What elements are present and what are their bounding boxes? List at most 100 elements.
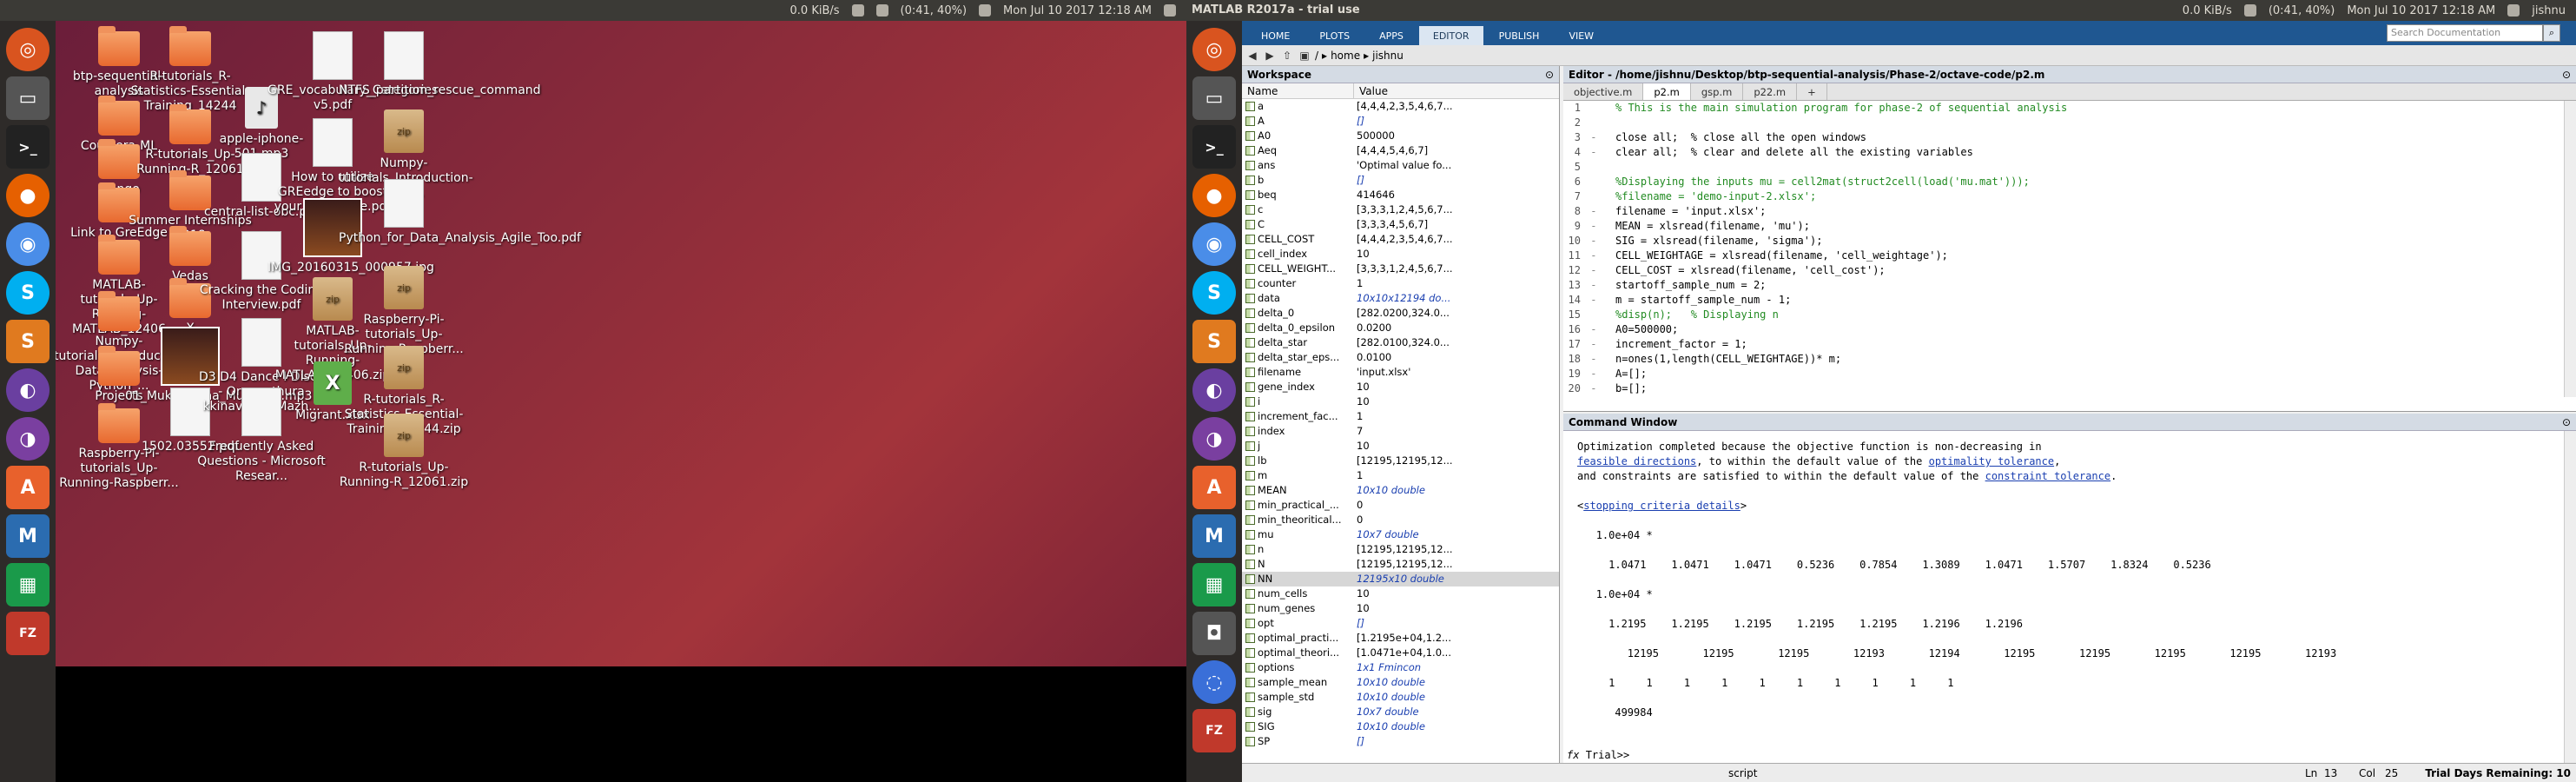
- optimality-tolerance-link[interactable]: optimality tolerance: [1929, 455, 2055, 467]
- code-line[interactable]: 12 - CELL_COST = xlsread(filename, 'cell_…: [1563, 263, 2564, 278]
- terminal-icon[interactable]: >_: [1192, 125, 1236, 169]
- eclipse-icon[interactable]: ◐: [1192, 368, 1236, 412]
- code-line[interactable]: 5: [1563, 160, 2564, 175]
- code-line[interactable]: 7 %filename = 'demo-input-2.xlsx';: [1563, 189, 2564, 204]
- breakpoint-gutter[interactable]: -: [1584, 219, 1615, 234]
- command-prompt[interactable]: Trial>>: [1586, 749, 1630, 761]
- breakpoint-gutter[interactable]: -: [1584, 322, 1615, 337]
- breakpoint-gutter[interactable]: -: [1584, 278, 1615, 293]
- panel-menu-icon[interactable]: ⊙: [1545, 66, 1554, 83]
- back-icon[interactable]: ◀: [1245, 49, 1259, 63]
- workspace-row[interactable]: opt []: [1242, 616, 1559, 631]
- workspace-row[interactable]: index 7: [1242, 424, 1559, 439]
- code-line[interactable]: 18 - n=ones(1,length(CELL_WEIGHTAGE))* m;: [1563, 352, 2564, 367]
- files-icon[interactable]: ▭: [6, 76, 50, 120]
- chrome-icon[interactable]: ◉: [1192, 222, 1236, 266]
- breakpoint-gutter[interactable]: [1584, 308, 1615, 322]
- breakpoint-gutter[interactable]: -: [1584, 352, 1615, 367]
- filezilla-icon[interactable]: FZ: [6, 612, 50, 655]
- workspace-row[interactable]: optimal_practi... [1.2195e+04,1.2...: [1242, 631, 1559, 646]
- command-prompt-line[interactable]: fx Trial>>: [1563, 747, 2576, 763]
- breakpoint-gutter[interactable]: -: [1584, 145, 1615, 160]
- workspace-row[interactable]: b []: [1242, 173, 1559, 188]
- filezilla-icon[interactable]: FZ: [1192, 709, 1236, 752]
- workspace-row[interactable]: C [3,3,3,4,5,6,7]: [1242, 217, 1559, 232]
- volume-icon[interactable]: [979, 4, 992, 17]
- code-line[interactable]: 14 -m = startoff_sample_num - 1;: [1563, 293, 2564, 308]
- desktop-icon[interactable]: zip R-tutorials_Up-Running-R_12061.zip: [339, 414, 469, 490]
- path-root[interactable]: /: [1315, 50, 1318, 62]
- tab-plots[interactable]: PLOTS: [1305, 26, 1364, 45]
- desktop-icon[interactable]: Python_for_Data_Analysis_Agile_Too.pdf: [339, 179, 581, 246]
- workspace-row[interactable]: filename 'input.xlsx': [1242, 365, 1559, 380]
- code-area[interactable]: 1 % This is the main simulation program f…: [1563, 101, 2564, 397]
- sublime-icon[interactable]: S: [6, 320, 50, 363]
- code-line[interactable]: 15 %disp(n); % Displaying n: [1563, 308, 2564, 322]
- workspace-row[interactable]: lb [12195,12195,12...: [1242, 454, 1559, 468]
- battery-status-2[interactable]: (0:41, 40%): [2269, 4, 2335, 17]
- code-line[interactable]: 20 - b=[];: [1563, 381, 2564, 396]
- code-line[interactable]: 3 - close all; % close all the open windo…: [1563, 130, 2564, 145]
- firefox-icon[interactable]: ●: [1192, 174, 1236, 217]
- code-line[interactable]: 8 - filename = 'input.xlsx';: [1563, 204, 2564, 219]
- code-line[interactable]: 10 - SIG = xlsread(filename, 'sigma');: [1563, 234, 2564, 249]
- sublime-icon[interactable]: S: [1192, 320, 1236, 363]
- desktop-icon[interactable]: zip Raspberry-Pi-tutorials_Up-Running-Ras…: [339, 266, 469, 357]
- software-center-icon[interactable]: A: [1192, 466, 1236, 509]
- workspace-row[interactable]: i 10: [1242, 394, 1559, 409]
- tab-view[interactable]: VIEW: [1555, 26, 1608, 45]
- editor-tab[interactable]: p22.m: [1743, 83, 1798, 100]
- bluetooth-icon[interactable]: [875, 4, 888, 17]
- stopping-criteria-link[interactable]: stopping criteria details: [1583, 500, 1740, 512]
- workspace-row[interactable]: m1: [1242, 468, 1559, 483]
- breakpoint-gutter[interactable]: -: [1584, 367, 1615, 381]
- workspace-row[interactable]: data 10x10x12194 do...: [1242, 291, 1559, 306]
- up-folder-icon[interactable]: ⇧: [1280, 49, 1294, 63]
- panel-menu-icon[interactable]: ⊙: [2562, 66, 2571, 83]
- workspace-row[interactable]: options 1x1 Fmincon: [1242, 660, 1559, 675]
- editor-tab[interactable]: p2.m: [1643, 83, 1691, 100]
- camera-icon[interactable]: ◘: [1192, 612, 1236, 655]
- code-line[interactable]: 2: [1563, 116, 2564, 130]
- command-scrollbar[interactable]: [2564, 431, 2576, 763]
- workspace-row[interactable]: n [12195,12195,12...: [1242, 542, 1559, 557]
- skype-icon[interactable]: S: [1192, 271, 1236, 315]
- breakpoint-gutter[interactable]: [1584, 116, 1615, 130]
- terminal-icon[interactable]: >_: [6, 125, 50, 169]
- chrome-icon[interactable]: ◉: [6, 222, 50, 266]
- wifi-icon-2[interactable]: [2243, 4, 2256, 17]
- battery-status[interactable]: (0:41, 40%): [901, 4, 968, 17]
- workspace-row[interactable]: SIG 10x10 double: [1242, 719, 1559, 734]
- breakpoint-gutter[interactable]: [1584, 189, 1615, 204]
- editor-tab[interactable]: objective.m: [1563, 83, 1644, 100]
- workspace-row[interactable]: sample_mean 10x10 double: [1242, 675, 1559, 690]
- workspace-row[interactable]: mu 10x7 double: [1242, 527, 1559, 542]
- wifi-icon[interactable]: [851, 4, 864, 17]
- workspace-row[interactable]: increment_fac... 1: [1242, 409, 1559, 424]
- ubuntu-dash-icon[interactable]: ◎: [6, 28, 50, 71]
- clock-2[interactable]: Mon Jul 10 2017 12:18 AM: [2347, 4, 2495, 17]
- editor-scrollbar[interactable]: [2564, 101, 2576, 397]
- workspace-row[interactable]: MEAN 10x10 double: [1242, 483, 1559, 498]
- code-line[interactable]: 17 - increment_factor = 1;: [1563, 337, 2564, 352]
- files-icon[interactable]: ▭: [1192, 76, 1236, 120]
- breakpoint-gutter[interactable]: -: [1584, 130, 1615, 145]
- tab-home[interactable]: HOME: [1247, 26, 1304, 45]
- feasible-directions-link[interactable]: feasible directions: [1577, 455, 1696, 467]
- user-name[interactable]: jishnu: [2532, 4, 2566, 17]
- code-line[interactable]: 19 - A=[];: [1563, 367, 2564, 381]
- command-output[interactable]: Optimization completed because the objec…: [1563, 431, 2576, 729]
- workspace-row[interactable]: gene_index 10: [1242, 380, 1559, 394]
- workspace-row[interactable]: sample_std 10x10 double: [1242, 690, 1559, 705]
- code-line[interactable]: 1 % This is the main simulation program f…: [1563, 101, 2564, 116]
- code-line[interactable]: 6 %Displaying the inputs mu = cell2mat(st…: [1563, 175, 2564, 189]
- breakpoint-gutter[interactable]: -: [1584, 337, 1615, 352]
- gear-icon-2[interactable]: [2507, 4, 2520, 17]
- search-icon[interactable]: ⌕: [2543, 24, 2560, 42]
- breakpoint-gutter[interactable]: -: [1584, 293, 1615, 308]
- workspace-row[interactable]: A0 500000: [1242, 129, 1559, 143]
- workspace-row[interactable]: A []: [1242, 114, 1559, 129]
- panel-menu-icon[interactable]: ⊙: [2562, 414, 2571, 431]
- workspace-row[interactable]: delta_star_eps... 0.0100: [1242, 350, 1559, 365]
- path-home[interactable]: home: [1331, 50, 1360, 62]
